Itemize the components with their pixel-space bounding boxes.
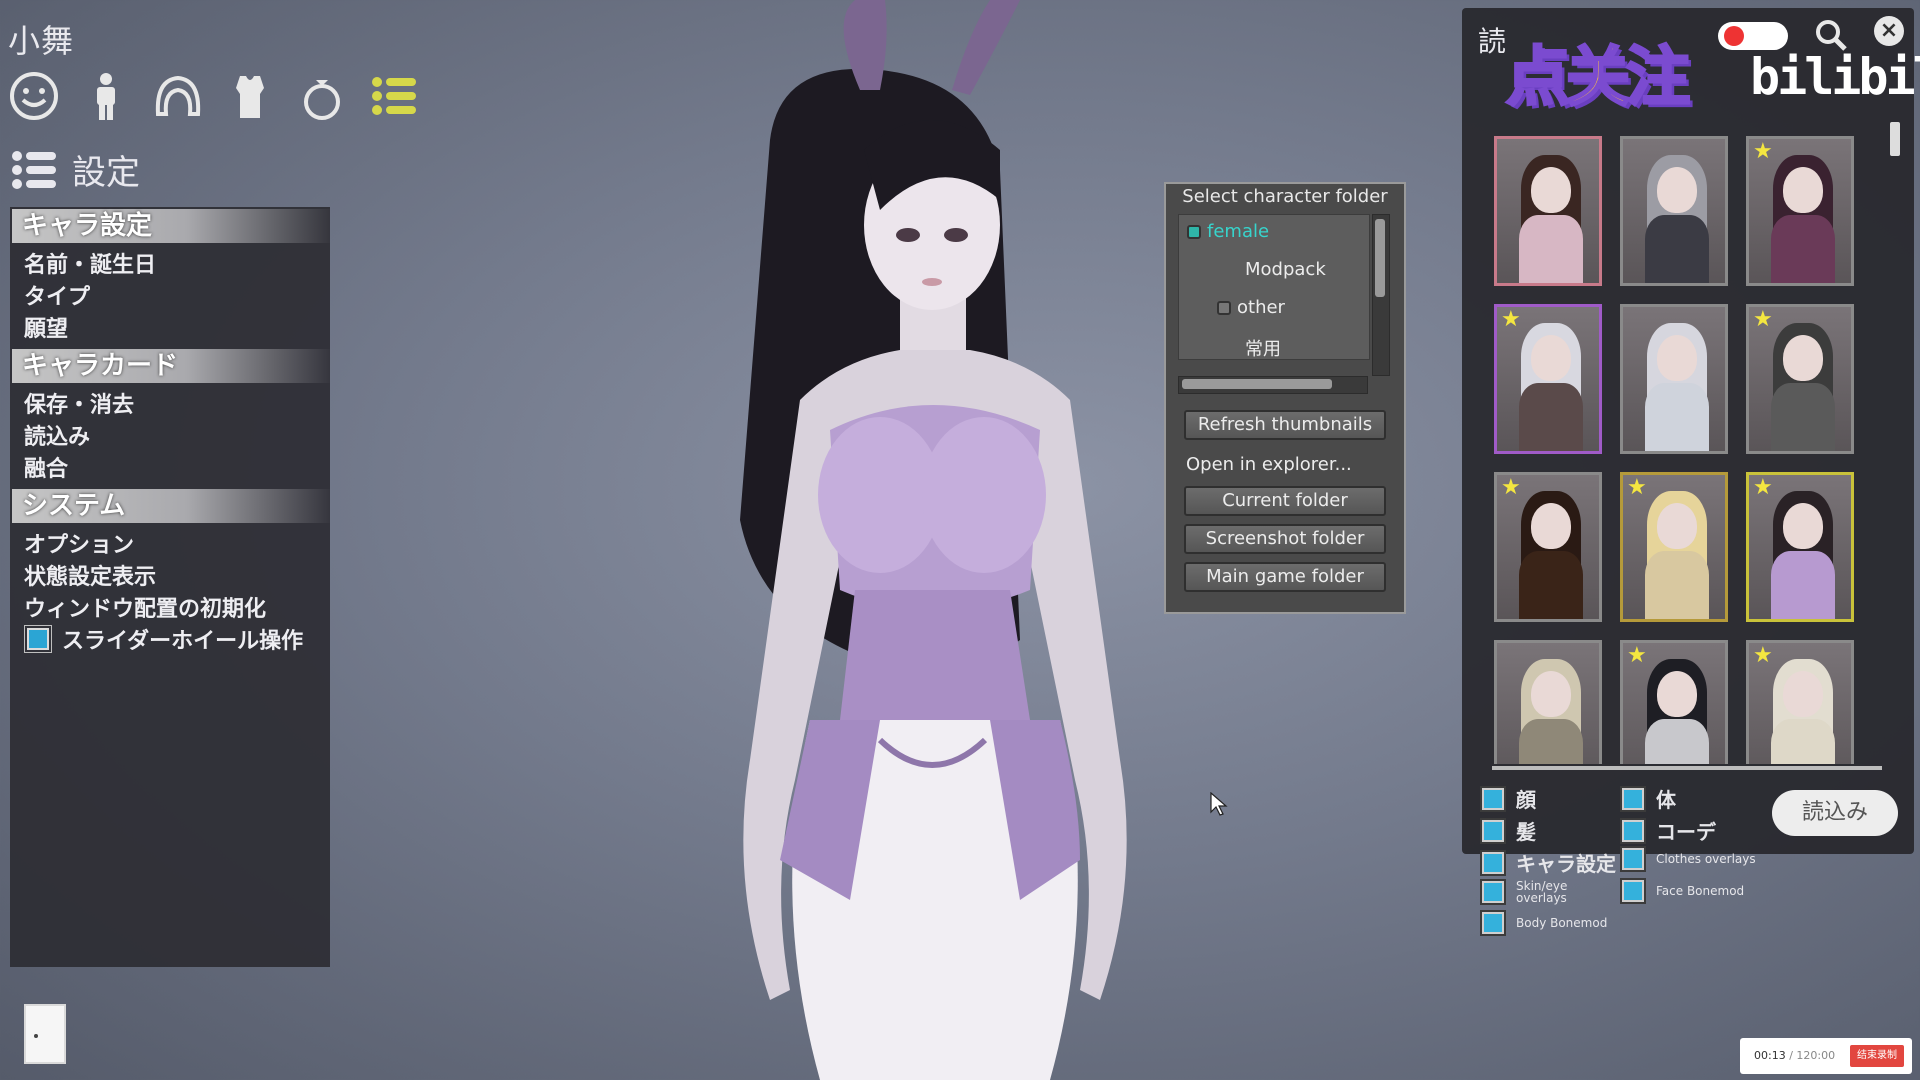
checkbox[interactable] xyxy=(1622,880,1644,902)
exit-door-icon[interactable] xyxy=(24,1004,66,1064)
recording-bar: 00:13 / 120:00 结束录制 xyxy=(1740,1038,1912,1074)
card-grid-scrollbar[interactable] xyxy=(1890,122,1900,156)
menu-item-desire[interactable]: 願望 xyxy=(24,311,68,343)
checkbox[interactable] xyxy=(1482,912,1504,934)
option-chara-settings[interactable]: キャラ設定 xyxy=(1482,848,1616,877)
recording-time: 00:13 / 120:00 xyxy=(1754,1049,1836,1062)
checkbox[interactable] xyxy=(1622,848,1644,870)
option-clothes-overlays[interactable]: Clothes overlays xyxy=(1622,848,1756,870)
favorite-star-icon: ★ xyxy=(1627,643,1647,668)
favorite-star-icon: ★ xyxy=(1501,475,1521,500)
checkbox[interactable] xyxy=(1482,819,1504,842)
section-header-chara: キャラ設定 xyxy=(12,209,330,243)
option-coordinate[interactable]: コーデ xyxy=(1622,816,1716,845)
character-card[interactable]: ★ xyxy=(1620,640,1728,764)
folder-item-other[interactable]: other xyxy=(1217,297,1285,318)
menu-item-status-display[interactable]: 状態設定表示 xyxy=(24,559,156,591)
clothes-icon[interactable] xyxy=(224,70,276,122)
character-name: 小舞 xyxy=(8,22,75,60)
face-icon[interactable] xyxy=(8,70,60,122)
card-grid: ★ ★ ★ ★ ★ ★ ★ ★ xyxy=(1494,136,1874,764)
character-card[interactable] xyxy=(1620,136,1728,286)
option-hair[interactable]: 髪 xyxy=(1482,816,1536,845)
settings-title: 設定 xyxy=(72,153,140,193)
dialog-title: Select character folder xyxy=(1182,186,1388,207)
folder-tree: female Modpack other 常用 xyxy=(1178,214,1370,360)
folder-item-modpack[interactable]: Modpack xyxy=(1245,259,1326,280)
select-folder-dialog: Select character folder female Modpack o… xyxy=(1164,182,1406,614)
hair-icon[interactable] xyxy=(152,70,204,122)
character-card[interactable] xyxy=(1494,136,1602,286)
settings-header: 設定 xyxy=(10,145,140,194)
option-body[interactable]: 体 xyxy=(1622,784,1676,813)
folder-item-female[interactable]: female xyxy=(1187,221,1269,242)
category-toolbar xyxy=(8,70,420,122)
slider-wheel-checkbox[interactable] xyxy=(24,625,52,653)
folder-expand-icon[interactable] xyxy=(1217,301,1231,315)
main-game-folder-button[interactable]: Main game folder xyxy=(1184,562,1386,592)
folder-tree-vscroll[interactable] xyxy=(1372,214,1390,376)
mouse-cursor-icon xyxy=(1210,792,1228,816)
close-icon[interactable]: × xyxy=(1874,16,1904,46)
bunny-ear-right xyxy=(952,0,1020,95)
menu-item-save-delete[interactable]: 保存・消去 xyxy=(24,387,134,419)
character-card[interactable]: ★ xyxy=(1620,472,1728,622)
option-face-bonemod[interactable]: Face Bonemod xyxy=(1622,880,1744,902)
slider-wheel-label: スライダーホイール操作 xyxy=(62,629,304,654)
checkbox[interactable] xyxy=(1622,787,1644,810)
menu-item-name-birthday[interactable]: 名前・誕生日 xyxy=(24,247,156,279)
favorite-star-icon: ★ xyxy=(1753,307,1773,332)
folder-item-frequent[interactable]: 常用 xyxy=(1245,335,1281,361)
character-card[interactable] xyxy=(1494,640,1602,764)
search-icon[interactable] xyxy=(1814,18,1848,52)
option-body-bonemod[interactable]: Body Bonemod xyxy=(1482,912,1607,934)
checkbox[interactable] xyxy=(1482,851,1504,874)
favorite-star-icon: ★ xyxy=(1753,643,1773,668)
section-header-system: システム xyxy=(12,489,330,523)
character-card[interactable]: ★ xyxy=(1746,304,1854,454)
body-icon[interactable] xyxy=(80,70,132,122)
refresh-thumbnails-button[interactable]: Refresh thumbnails xyxy=(1184,410,1386,440)
folder-node-icon xyxy=(1187,225,1201,239)
menu-item-type[interactable]: タイプ xyxy=(24,279,90,311)
favorite-star-icon: ★ xyxy=(1627,475,1647,500)
settings-list-icon[interactable] xyxy=(368,70,420,122)
checkbox[interactable] xyxy=(1622,819,1644,842)
section-header-card: キャラカード xyxy=(12,349,330,383)
stop-recording-button[interactable]: 结束录制 xyxy=(1850,1045,1904,1067)
left-menu-panel: キャラ設定 名前・誕生日 タイプ 願望 キャラカード 保存・消去 読込み 融合 … xyxy=(10,207,330,967)
slider-wheel-option[interactable]: スライダーホイール操作 xyxy=(24,623,303,655)
favorite-star-icon: ★ xyxy=(1753,139,1773,164)
load-button[interactable]: 読込み xyxy=(1772,790,1898,836)
accessory-icon[interactable] xyxy=(296,70,348,122)
character-card[interactable]: ★ xyxy=(1746,640,1854,764)
character-card[interactable] xyxy=(1620,304,1728,454)
character-card[interactable]: ★ xyxy=(1494,472,1602,622)
follow-sticker: 点关注 xyxy=(1500,0,1740,136)
option-skin-eye-overlays[interactable]: Skin/eye overlays xyxy=(1482,880,1576,904)
folder-tree-hscroll[interactable] xyxy=(1178,376,1368,394)
menu-item-fusion[interactable]: 融合 xyxy=(24,451,68,483)
favorite-star-icon: ★ xyxy=(1501,307,1521,332)
divider xyxy=(1492,766,1882,770)
menu-item-options[interactable]: オプション xyxy=(24,527,134,559)
screenshot-folder-button[interactable]: Screenshot folder xyxy=(1184,524,1386,554)
current-folder-button[interactable]: Current folder xyxy=(1184,486,1386,516)
character-card[interactable]: ★ xyxy=(1494,304,1602,454)
option-face[interactable]: 顔 xyxy=(1482,784,1536,813)
character-card[interactable]: ★ xyxy=(1746,472,1854,622)
open-in-explorer-link[interactable]: Open in explorer... xyxy=(1186,454,1352,475)
bilibili-logo: bilibili xyxy=(1750,48,1920,106)
menu-item-reset-window[interactable]: ウィンドウ配置の初期化 xyxy=(24,591,266,623)
menu-item-load[interactable]: 読込み xyxy=(24,419,90,451)
sticker-text: 点关注 xyxy=(1505,40,1692,117)
checkbox[interactable] xyxy=(1482,881,1504,903)
checkbox[interactable] xyxy=(1482,787,1504,810)
list-icon xyxy=(12,150,56,189)
character-card[interactable]: ★ xyxy=(1746,136,1854,286)
favorite-star-icon: ★ xyxy=(1753,475,1773,500)
